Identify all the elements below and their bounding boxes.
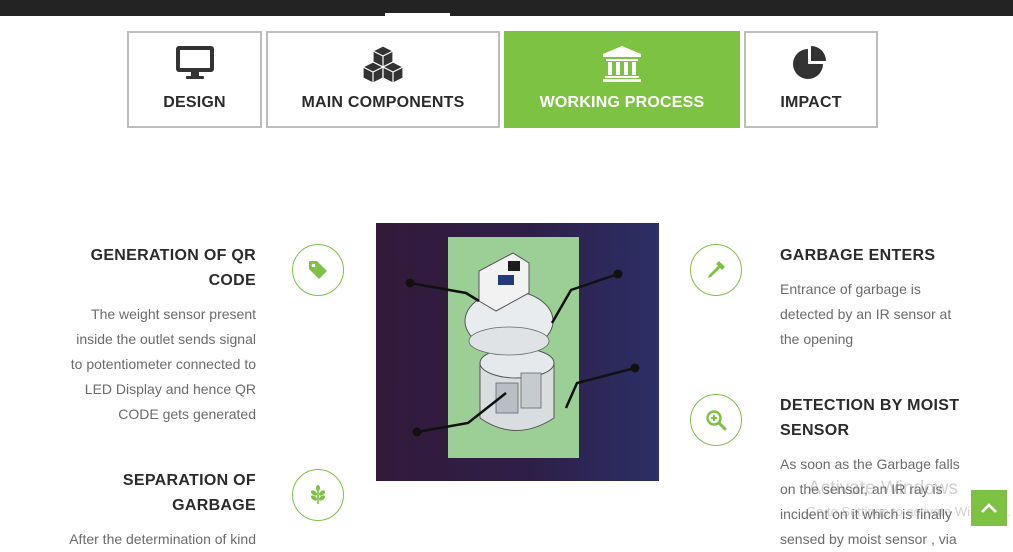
text-line: CODE gets generated (118, 406, 256, 422)
tab-label: IMPACT (780, 94, 842, 111)
step-icon-circle (292, 244, 344, 296)
back-to-top-button[interactable] (971, 490, 1007, 526)
step-icon-circle (690, 394, 742, 446)
bank-icon (506, 45, 738, 83)
tab-design[interactable]: DESIGN (127, 31, 262, 128)
smart-bin-diagram (376, 223, 659, 481)
step-title-line: SEPARATION OF (122, 472, 256, 489)
text-line: The weight sensor present (91, 306, 256, 322)
eyedropper-icon (708, 261, 725, 278)
text-line: sensed by moist sensor , via (780, 531, 957, 547)
step-icon-circle (690, 244, 742, 296)
step-text-separation: After the determination of kind (30, 527, 256, 552)
step-title-line: GARBAGE (172, 497, 256, 514)
pie-chart-icon (746, 45, 876, 83)
text-line: to potentiometer connected to (70, 356, 256, 372)
leaf-icon (310, 485, 326, 504)
activate-windows-watermark: Activate Windows (808, 478, 958, 499)
step-text-moist-sensor: As soon as the Garbage falls on the sens… (780, 452, 1000, 552)
step-title-moist-sensor: DETECTION BY MOIST SENSOR (780, 393, 1000, 443)
tab-label: DESIGN (163, 94, 226, 111)
top-nav-bar (0, 0, 1013, 16)
monitor-icon (129, 45, 260, 83)
zoom-in-icon (706, 410, 727, 431)
tab-impact[interactable]: IMPACT (744, 31, 878, 128)
tag-icon (309, 261, 327, 279)
tab-label: MAIN COMPONENTS (301, 94, 465, 111)
text-line: inside the outlet sends signal (76, 331, 256, 347)
text-line: Entrance of garbage is (780, 281, 921, 297)
step-icon-circle (292, 469, 344, 521)
step-title-line: DETECTION BY MOIST (780, 397, 960, 414)
step-title-separation: SEPARATION OF GARBAGE (40, 468, 256, 518)
step-title-line: SENSOR (780, 422, 850, 439)
tab-label: WORKING PROCESS (539, 94, 705, 111)
step-text-qr: The weight sensor present inside the out… (30, 302, 256, 427)
tab-main-components[interactable]: MAIN COMPONENTS (266, 31, 500, 128)
text-line: the opening (780, 331, 854, 347)
step-title-garbage-enters: GARBAGE ENTERS (780, 243, 1000, 268)
text-line: LED Display and hence QR (84, 381, 256, 397)
text-line: After the determination of kind (69, 531, 256, 547)
step-title-line: GENERATION OF QR (90, 247, 256, 264)
cubes-icon (268, 45, 498, 83)
step-text-garbage-enters: Entrance of garbage is detected by an IR… (780, 277, 1000, 352)
active-nav-indicator (385, 13, 450, 16)
text-line: detected by an IR sensor at (780, 306, 952, 322)
chevron-up-icon (981, 503, 997, 513)
step-title-line: CODE (208, 272, 256, 289)
step-title-line: GARBAGE ENTERS (780, 247, 936, 264)
tab-working-process[interactable]: WORKING PROCESS (504, 31, 740, 128)
text-line: As soon as the Garbage falls (780, 456, 960, 472)
step-title-qr: GENERATION OF QR CODE (40, 243, 256, 293)
